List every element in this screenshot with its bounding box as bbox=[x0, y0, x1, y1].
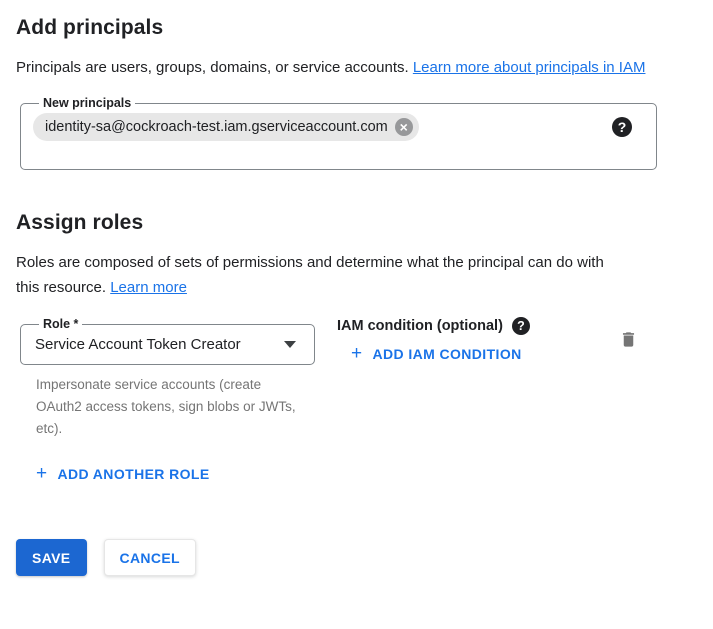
role-row: Role * Service Account Token Creator Imp… bbox=[20, 317, 697, 440]
add-principals-panel: Add principals Principals are users, gro… bbox=[0, 16, 713, 629]
add-another-role-label: ADD ANOTHER ROLE bbox=[58, 466, 210, 482]
principal-chip-label: identity-sa@cockroach-test.iam.gservicea… bbox=[45, 119, 388, 135]
principals-help-icon[interactable]: ? bbox=[612, 117, 632, 137]
new-principals-input[interactable]: New principals identity-sa@cockroach-tes… bbox=[20, 96, 657, 170]
add-iam-condition-label: ADD IAM CONDITION bbox=[373, 346, 522, 362]
principal-chip-row: identity-sa@cockroach-test.iam.gservicea… bbox=[33, 110, 644, 141]
add-iam-condition-button[interactable]: + ADD IAM CONDITION bbox=[351, 346, 522, 362]
page-title: Add principals bbox=[16, 16, 697, 40]
add-another-role-button[interactable]: + ADD ANOTHER ROLE bbox=[36, 466, 210, 482]
plus-icon: + bbox=[36, 466, 48, 482]
trash-icon bbox=[619, 329, 638, 350]
roles-description-text: Roles are composed of sets of permission… bbox=[16, 254, 604, 296]
save-button[interactable]: SAVE bbox=[16, 539, 87, 576]
role-label: Role * bbox=[39, 317, 82, 331]
principal-chip: identity-sa@cockroach-test.iam.gservicea… bbox=[33, 113, 419, 141]
principals-description: Principals are users, groups, domains, o… bbox=[16, 55, 671, 80]
principals-description-text: Principals are users, groups, domains, o… bbox=[16, 59, 413, 76]
delete-role-button[interactable] bbox=[619, 329, 638, 350]
iam-condition-label-row: IAM condition (optional) ? bbox=[337, 317, 530, 335]
iam-condition-help-icon[interactable]: ? bbox=[512, 317, 530, 335]
chevron-down-icon bbox=[284, 341, 296, 348]
iam-condition-label: IAM condition (optional) bbox=[337, 318, 503, 334]
role-select[interactable]: Role * Service Account Token Creator bbox=[20, 317, 315, 365]
new-principals-label: New principals bbox=[39, 96, 135, 110]
role-value-row: Service Account Token Creator bbox=[33, 331, 302, 364]
learn-more-roles-link[interactable]: Learn more bbox=[110, 279, 187, 296]
role-column: Role * Service Account Token Creator Imp… bbox=[20, 317, 315, 440]
chip-close-icon[interactable]: × bbox=[395, 118, 413, 136]
plus-icon: + bbox=[351, 346, 363, 362]
role-selected-value: Service Account Token Creator bbox=[35, 336, 241, 353]
role-helper-text: Impersonate service accounts (create OAu… bbox=[36, 374, 298, 440]
learn-more-principals-link[interactable]: Learn more about principals in IAM bbox=[413, 59, 646, 76]
assign-roles-title: Assign roles bbox=[16, 211, 697, 235]
iam-condition-column: IAM condition (optional) ? + ADD IAM CON… bbox=[337, 317, 530, 364]
cancel-button[interactable]: CANCEL bbox=[104, 539, 196, 576]
action-buttons: SAVE CANCEL bbox=[16, 539, 713, 576]
roles-description: Roles are composed of sets of permission… bbox=[16, 250, 616, 300]
